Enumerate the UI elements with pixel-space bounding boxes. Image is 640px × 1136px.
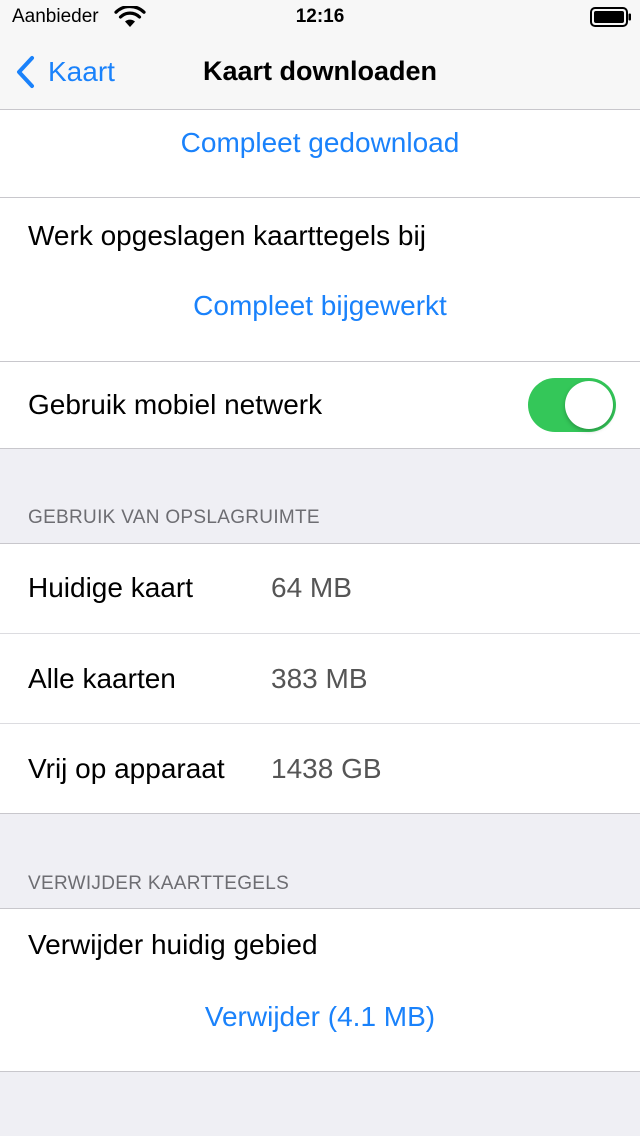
battery-icon [590, 7, 631, 27]
row-divider [0, 723, 640, 724]
row-divider [0, 633, 640, 634]
divider [0, 1071, 640, 1072]
storage-row-label: Alle kaarten [28, 663, 176, 694]
update-tiles-label: Werk opgeslagen kaarttegels bij [28, 220, 426, 251]
mobile-network-toggle[interactable] [528, 378, 616, 432]
storage-row-label: Vrij op apparaat [28, 753, 225, 784]
delete-section-header: VERWIJDER KAARTTEGELS [28, 873, 290, 894]
mobile-network-label: Gebruik mobiel netwerk [28, 389, 323, 420]
storage-row-label: Huidige kaart [28, 572, 193, 603]
divider [0, 448, 640, 449]
toggle-knob [565, 381, 613, 429]
delete-button[interactable]: Verwijder (4.1 MB) [0, 1001, 640, 1033]
storage-row-value: 64 MB [271, 572, 352, 603]
status-time: 12:16 [295, 6, 345, 27]
download-status-link[interactable]: Compleet gedownload [0, 127, 640, 159]
update-status-link[interactable]: Compleet bijgewerkt [0, 290, 640, 322]
storage-section-header: GEBRUIK VAN OPSLAGRUIMTE [28, 507, 320, 528]
divider [0, 813, 640, 814]
page-title: Kaart downloaden [202, 56, 438, 86]
storage-row-value: 1438 GB [271, 753, 382, 784]
status-bar: Aanbieder 12:16 [0, 0, 640, 36]
delete-area-label: Verwijder huidig gebied [28, 929, 318, 960]
navigation-bar: Kaart Kaart downloaden [0, 36, 640, 110]
storage-row-value: 383 MB [271, 663, 368, 694]
